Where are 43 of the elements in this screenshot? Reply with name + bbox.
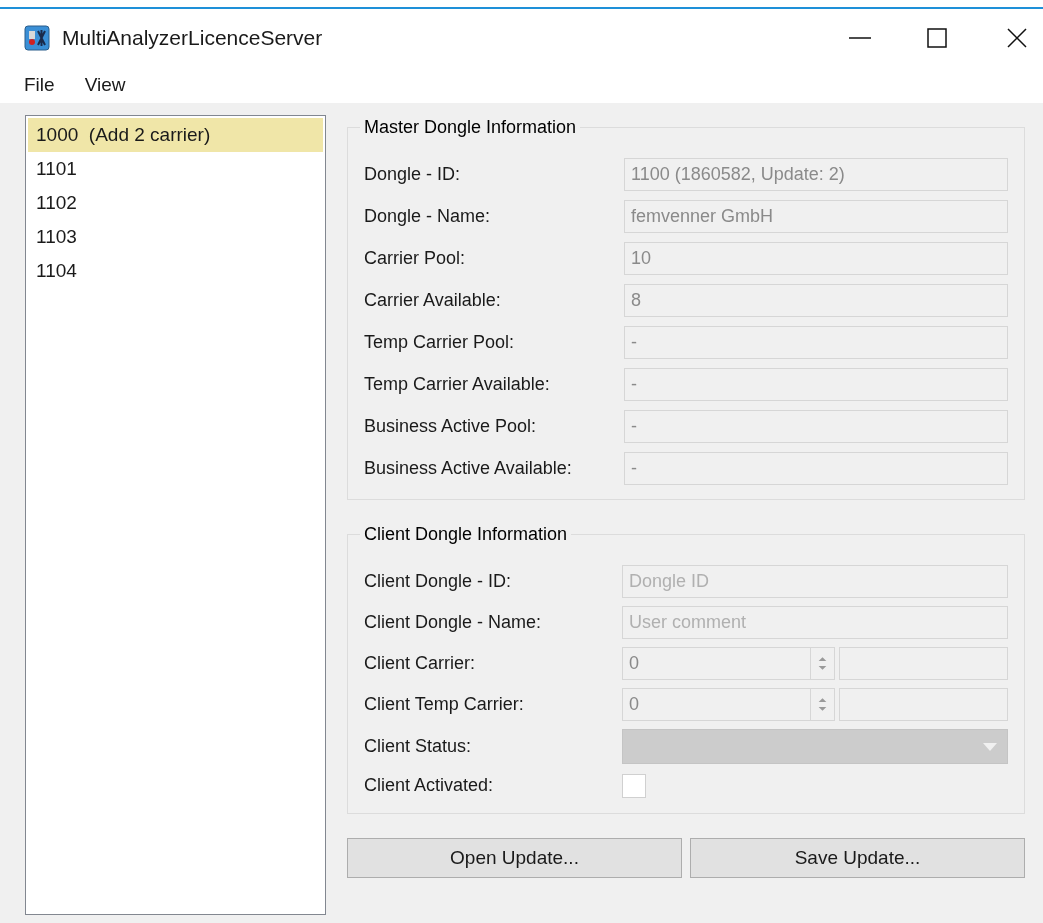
field-label: Dongle - Name:	[364, 205, 492, 228]
spin-box[interactable]: 0	[622, 688, 835, 721]
list-item[interactable]: 1104	[28, 254, 323, 288]
read-only-field[interactable]: 10	[624, 242, 1008, 275]
field-label: Client Carrier:	[364, 652, 477, 675]
text-field[interactable]	[839, 688, 1008, 721]
update-button[interactable]: Save Update...	[690, 838, 1025, 878]
read-only-field[interactable]: -	[624, 410, 1008, 443]
read-only-field[interactable]: femvenner GmbH	[624, 200, 1008, 233]
text-field[interactable]	[839, 647, 1008, 680]
text-field[interactable]: User comment	[622, 606, 1008, 639]
field-label: Temp Carrier Available:	[364, 373, 551, 396]
menu-item[interactable]: View	[84, 70, 126, 100]
field-label: Client Status:	[364, 735, 473, 758]
field-label: Business Active Pool:	[364, 415, 538, 438]
dropdown-arrow-icon	[983, 742, 997, 751]
app-icon	[24, 25, 50, 51]
maximize-icon[interactable]	[927, 28, 947, 48]
list-item[interactable]: 1102	[28, 186, 323, 220]
field-label: Client Dongle - ID:	[364, 570, 513, 593]
update-button[interactable]: Open Update...	[347, 838, 682, 878]
field-label: Carrier Available:	[364, 289, 502, 312]
read-only-field[interactable]: -	[624, 326, 1008, 359]
read-only-field[interactable]: -	[624, 368, 1008, 401]
field-label: Client Temp Carrier:	[364, 693, 525, 716]
checkbox[interactable]	[622, 773, 646, 798]
window-title: MultiAnalyzerLicenceServer	[62, 25, 323, 52]
read-only-field[interactable]: 8	[624, 284, 1008, 317]
spin-box[interactable]: 0	[622, 647, 835, 680]
list-item[interactable]: 1101	[28, 152, 323, 186]
read-only-field[interactable]: -	[624, 452, 1008, 485]
list-item[interactable]: 1000 (Add 2 carrier)	[28, 118, 323, 152]
list-item[interactable]: 1103	[28, 220, 323, 254]
field-label: Client Activated:	[364, 774, 495, 797]
field-label: Carrier Pool:	[364, 247, 467, 270]
close-icon[interactable]	[1007, 28, 1027, 48]
text-field[interactable]: Dongle ID	[622, 565, 1008, 598]
field-label: Temp Carrier Pool:	[364, 331, 516, 354]
field-label: Client Dongle - Name:	[364, 611, 543, 634]
field-label: Business Active Available:	[364, 457, 573, 480]
field-label: Dongle - ID:	[364, 163, 462, 186]
menu-item[interactable]: File	[24, 70, 55, 100]
read-only-field[interactable]: 1100 (1860582, Update: 2)	[624, 158, 1008, 191]
